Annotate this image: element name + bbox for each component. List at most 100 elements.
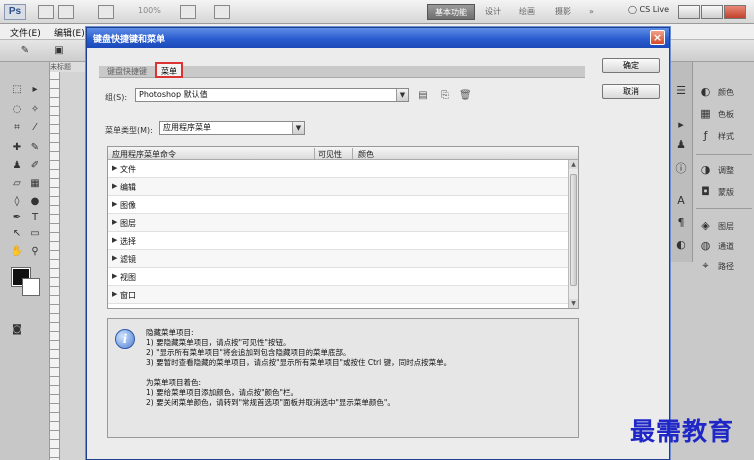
column-divider	[352, 148, 353, 159]
path-select-tool-icon[interactable]: ↖	[10, 228, 24, 240]
tree-row-filter[interactable]: ▶ 滤镜	[108, 250, 570, 268]
arrange-documents-icon[interactable]	[180, 5, 196, 19]
workspace-essentials[interactable]: 基本功能	[427, 4, 475, 20]
expand-triangle-icon[interactable]: ▶	[112, 290, 117, 298]
set-select[interactable]: Photoshop 默认值 ▼	[135, 88, 409, 102]
expand-triangle-icon[interactable]: ▶	[112, 254, 117, 262]
zoom-tool-icon[interactable]: ⚲	[28, 246, 42, 258]
tree-row-image[interactable]: ▶ 图像	[108, 196, 570, 214]
panel-swatches-label: 色板	[718, 110, 734, 119]
menu-file[interactable]: 文件(E)	[10, 26, 41, 39]
actions-panel-icon[interactable]: ▸	[674, 118, 688, 132]
character-panel-icon[interactable]: A	[674, 194, 688, 208]
history-brush-icon[interactable]: ✐	[28, 160, 42, 172]
workspace-photography[interactable]: 摄影	[548, 4, 578, 20]
scroll-thumb[interactable]	[570, 174, 577, 286]
tree-row-window[interactable]: ▶ 窗口	[108, 286, 570, 304]
panel-styles[interactable]: ƒ 样式	[696, 128, 752, 144]
dialog-title-bar[interactable]: 键盘快捷键和菜单 ×	[87, 28, 669, 48]
tree-row-file[interactable]: ▶ 文件	[108, 160, 570, 178]
background-color-swatch[interactable]	[22, 278, 40, 296]
new-set-icon[interactable]: ⎘	[439, 90, 451, 102]
cancel-button[interactable]: 取消	[602, 84, 660, 99]
menu-edit[interactable]: 编辑(E)	[54, 26, 85, 39]
expand-triangle-icon[interactable]: ▶	[112, 164, 117, 172]
minimize-button[interactable]	[678, 5, 700, 19]
workspace-painting[interactable]: 绘画	[512, 4, 542, 20]
info-hide-line-3: 3) 要暂时查看隐藏的菜单项目，请点按"显示所有菜单项目"或按住 Ctrl 键，…	[146, 358, 452, 367]
pen-tool-icon[interactable]: ✒	[10, 212, 24, 224]
eraser-tool-icon[interactable]: ▱	[10, 178, 24, 190]
delete-set-icon[interactable]: 🗑	[459, 90, 472, 102]
blur-tool-icon[interactable]: ◊	[10, 196, 24, 208]
lasso-tool-icon[interactable]: ◌	[10, 104, 24, 116]
scroll-down-icon[interactable]: ▼	[569, 299, 578, 308]
document-tab[interactable]: 未标题	[50, 62, 90, 72]
maximize-button[interactable]	[701, 5, 723, 19]
dialog-close-button[interactable]: ×	[650, 30, 665, 45]
tab-keyboard-shortcuts[interactable]: 键盘快捷键	[103, 66, 151, 78]
history-panel-icon[interactable]: ☰	[674, 84, 688, 98]
screen-mode-icon[interactable]	[214, 5, 230, 19]
paragraph-panel-icon[interactable]: ¶	[674, 216, 688, 230]
quick-mask-icon[interactable]: ◙	[10, 324, 24, 336]
cs-live-button[interactable]: ◯ CS Live	[628, 5, 669, 14]
ok-button[interactable]: 确定	[602, 58, 660, 73]
panel-paths-label: 路径	[718, 262, 734, 271]
move-tool-icon[interactable]: ▸	[28, 84, 42, 96]
tree-row-edit[interactable]: ▶ 编辑	[108, 178, 570, 196]
expand-triangle-icon[interactable]: ▶	[112, 272, 117, 280]
shape-tool-icon[interactable]: ▭	[28, 228, 42, 240]
zoom-level[interactable]: 100%	[138, 6, 161, 15]
panel-layers[interactable]: ◈ 图层	[696, 218, 752, 234]
clone-stamp-icon[interactable]: ♟	[10, 160, 24, 172]
scroll-up-icon[interactable]: ▲	[569, 160, 578, 169]
save-set-icon[interactable]: ▤	[417, 90, 429, 102]
window-close-button[interactable]	[724, 5, 746, 19]
column-header-visibility[interactable]: 可见性	[318, 149, 342, 160]
panel-channels-label: 通道	[718, 242, 734, 251]
clone-source-icon[interactable]: ♟	[674, 138, 688, 152]
crop-tool-icon[interactable]: ⌗	[10, 122, 24, 134]
type-tool-icon[interactable]: T	[28, 212, 42, 224]
healing-brush-icon[interactable]: ✚	[10, 142, 24, 154]
3d-panel-icon[interactable]: ◐	[674, 238, 688, 252]
panel-color[interactable]: ◐ 颜色	[696, 84, 752, 100]
hand-tool-icon[interactable]: ✋	[10, 246, 24, 258]
tree-row-view[interactable]: ▶ 视图	[108, 268, 570, 286]
workspace-more-button[interactable]: »	[582, 4, 601, 20]
eyedropper-tool-icon[interactable]: ⁄	[28, 122, 42, 134]
channels-panel-icon: ◍	[700, 239, 711, 252]
panel-paths[interactable]: ⌖ 路径	[696, 258, 752, 274]
tool-mode-icon[interactable]: ▣	[52, 45, 66, 57]
mini-bridge-icon[interactable]	[58, 5, 74, 19]
expand-triangle-icon[interactable]: ▶	[112, 182, 117, 190]
quick-select-tool-icon[interactable]: ✧	[28, 104, 42, 116]
expand-triangle-icon[interactable]: ▶	[112, 200, 117, 208]
menu-for-select[interactable]: 应用程序菜单 ▼	[159, 121, 305, 135]
column-header-command[interactable]: 应用程序菜单命令	[112, 149, 176, 160]
marquee-tool-icon[interactable]: ⬚	[10, 84, 24, 96]
info-panel-icon[interactable]: ⓘ	[674, 162, 688, 176]
panel-channels[interactable]: ◍ 通道	[696, 238, 752, 254]
brush-preset-icon[interactable]: ✎	[18, 45, 32, 57]
view-extras-icon[interactable]	[98, 5, 114, 19]
panel-separator	[696, 208, 752, 209]
workspace-design[interactable]: 设计	[478, 4, 508, 20]
dialog-title: 键盘快捷键和菜单	[93, 35, 166, 45]
tree-row-layer[interactable]: ▶ 图层	[108, 214, 570, 232]
dodge-tool-icon[interactable]: ●	[28, 196, 42, 208]
panel-styles-label: 样式	[718, 132, 734, 141]
panel-masks[interactable]: ◘ 蒙版	[696, 184, 752, 200]
expand-triangle-icon[interactable]: ▶	[112, 218, 117, 226]
panel-swatches[interactable]: ▦ 色板	[696, 106, 752, 122]
brush-tool-icon[interactable]: ✎	[28, 142, 42, 154]
tab-menus[interactable]: 菜单	[155, 62, 183, 78]
column-header-color[interactable]: 颜色	[358, 149, 374, 160]
gradient-tool-icon[interactable]: ▦	[28, 178, 42, 190]
panel-adjustments[interactable]: ◑ 调整	[696, 162, 752, 178]
expand-triangle-icon[interactable]: ▶	[112, 236, 117, 244]
tree-row-select[interactable]: ▶ 选择	[108, 232, 570, 250]
tree-scrollbar[interactable]: ▲ ▼	[568, 160, 578, 308]
bridge-icon[interactable]	[38, 5, 54, 19]
